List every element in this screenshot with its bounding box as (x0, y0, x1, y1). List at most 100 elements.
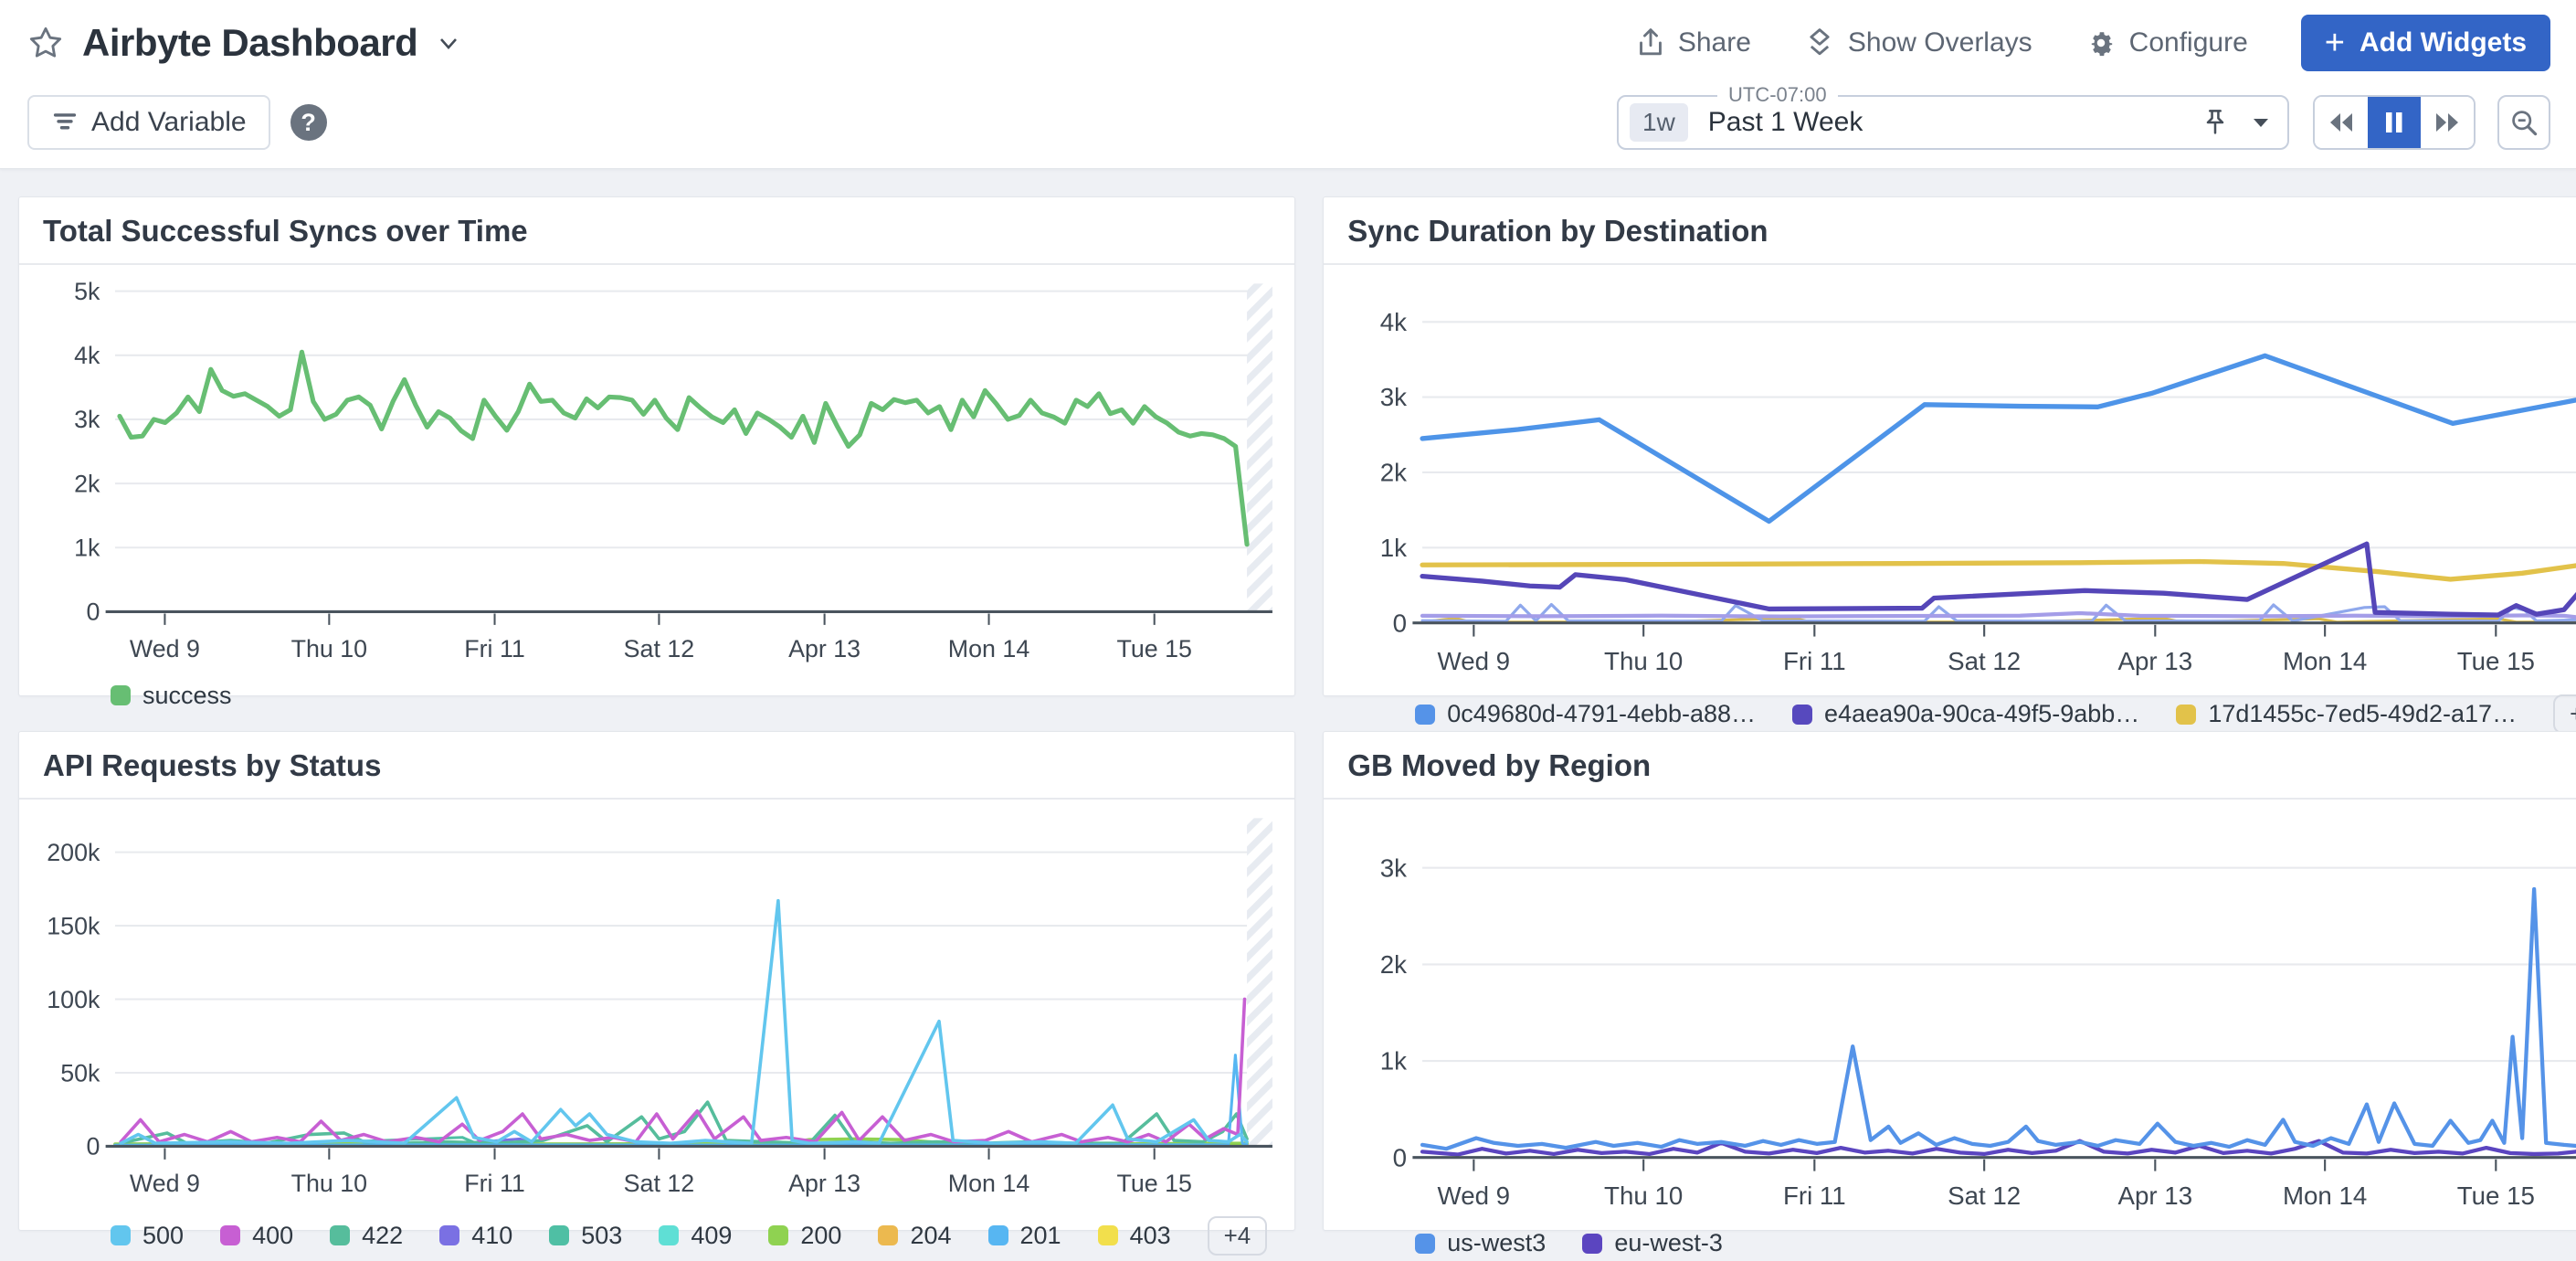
show-overlays-button[interactable]: Show Overlays (1804, 27, 2032, 58)
svg-text:Mon 14: Mon 14 (948, 1170, 1030, 1197)
legend: success (19, 678, 1294, 726)
svg-text:Tue 15: Tue 15 (2457, 1182, 2535, 1210)
svg-text:Wed 9: Wed 9 (1438, 1182, 1511, 1210)
svg-text:Wed 9: Wed 9 (130, 635, 200, 662)
title-chevron-down-icon[interactable] (436, 34, 461, 52)
plus-icon: + (2325, 29, 2345, 57)
widget-title: GB Moved by Region (1324, 732, 2576, 800)
svg-text:200k: 200k (47, 839, 100, 866)
legend-item[interactable]: 400 (220, 1222, 293, 1250)
svg-text:Thu 10: Thu 10 (1604, 1182, 1683, 1210)
time-forward-button[interactable] (2421, 97, 2474, 148)
legend-swatch (1415, 1234, 1435, 1254)
widget-gb-moved: GB Moved by Region 01k2k3kWed 9Thu 10Fri… (1323, 731, 2576, 1231)
legend-swatch (2176, 705, 2196, 725)
page-title: Airbyte Dashboard (82, 21, 417, 65)
syncs-chart[interactable]: 01k2k3k4k5kWed 9Thu 10Fri 11Sat 12Apr 13… (19, 265, 1294, 678)
svg-text:Thu 10: Thu 10 (291, 635, 367, 662)
svg-text:5k: 5k (74, 278, 100, 305)
svg-text:0: 0 (87, 599, 100, 626)
legend-label: 409 (691, 1222, 732, 1250)
api-requests-chart[interactable]: 050k100k150k200kWed 9Thu 10Fri 11Sat 12A… (19, 800, 1294, 1213)
widget-api-requests: API Requests by Status 050k100k150k200kW… (18, 731, 1295, 1231)
svg-text:Mon 14: Mon 14 (948, 635, 1030, 662)
add-widgets-button[interactable]: + Add Widgets (2301, 15, 2550, 71)
legend-swatch (439, 1225, 459, 1245)
legend-label: 400 (252, 1222, 293, 1250)
legend-overflow-badge[interactable]: +4 (1208, 1216, 1268, 1256)
overlays-icon (1804, 27, 1835, 58)
legend-label: 204 (910, 1222, 951, 1250)
legend-label: 503 (581, 1222, 622, 1250)
add-variable-button[interactable]: Add Variable (27, 95, 270, 150)
configure-button[interactable]: Configure (2085, 27, 2248, 58)
legend-item[interactable]: e4aea90a-90ca-49f5-9abb… (1792, 700, 2139, 728)
legend-swatch (878, 1225, 898, 1245)
legend-swatch (220, 1225, 240, 1245)
svg-text:1k: 1k (1380, 534, 1407, 562)
svg-text:2k: 2k (74, 470, 100, 497)
time-range-chip[interactable]: 1w (1630, 103, 1688, 142)
legend-label: us-west3 (1447, 1229, 1546, 1257)
time-range-picker[interactable]: UTC-07:00 1w Past 1 Week (1617, 95, 2289, 150)
zoom-out-button[interactable] (2497, 95, 2550, 150)
time-backward-button[interactable] (2315, 97, 2368, 148)
svg-text:Apr 13: Apr 13 (788, 1170, 860, 1197)
svg-text:3k: 3k (1380, 853, 1407, 882)
svg-text:Sat 12: Sat 12 (624, 635, 695, 662)
widget-grid: Total Successful Syncs over Time 01k2k3k… (0, 169, 2576, 1231)
legend-item[interactable]: 422 (330, 1222, 403, 1250)
legend-item[interactable]: 200 (768, 1222, 841, 1250)
filter-icon (51, 110, 79, 135)
share-label: Share (1678, 27, 1751, 58)
legend-item[interactable]: 17d1455c-7ed5-49d2-a17… (2176, 700, 2517, 728)
widget-title: Sync Duration by Destination (1324, 197, 2576, 265)
caret-down-icon[interactable] (2251, 115, 2271, 130)
favorite-star-icon[interactable] (27, 25, 64, 61)
svg-text:3k: 3k (74, 406, 100, 433)
svg-text:Fri 11: Fri 11 (464, 1170, 525, 1197)
svg-text:Thu 10: Thu 10 (1604, 647, 1683, 675)
legend-label: 500 (143, 1222, 184, 1250)
legend-overflow-badge[interactable]: +6 (2553, 694, 2576, 734)
svg-text:Sat 12: Sat 12 (624, 1170, 695, 1197)
pause-button[interactable] (2368, 97, 2421, 148)
legend-swatch (1415, 705, 1435, 725)
help-icon[interactable]: ? (290, 104, 327, 141)
legend-item[interactable]: 201 (988, 1222, 1061, 1250)
svg-text:0: 0 (1393, 1143, 1407, 1171)
svg-text:Mon 14: Mon 14 (2283, 1182, 2367, 1210)
legend-swatch (768, 1225, 788, 1245)
legend-item[interactable]: 204 (878, 1222, 951, 1250)
legend-label: eu-west-3 (1614, 1229, 1723, 1257)
svg-text:4k: 4k (1380, 308, 1407, 336)
gb-moved-chart[interactable]: 01k2k3kWed 9Thu 10Fri 11Sat 12Apr 13Mon … (1324, 800, 2576, 1225)
legend-item[interactable]: 500 (111, 1222, 184, 1250)
legend-swatch (549, 1225, 569, 1245)
legend: 500 400 422 410 503 409 200 204 201 403 +4 (19, 1213, 1294, 1261)
legend-item[interactable]: 409 (659, 1222, 732, 1250)
legend-item[interactable]: us-west3 (1415, 1229, 1546, 1257)
legend-item[interactable]: 403 (1098, 1222, 1171, 1250)
sync-duration-chart[interactable]: 01k2k3k4kWed 9Thu 10Fri 11Sat 12Apr 13Mo… (1324, 265, 2576, 691)
svg-text:2k: 2k (1380, 459, 1407, 487)
svg-text:Tue 15: Tue 15 (1116, 635, 1191, 662)
svg-text:Apr 13: Apr 13 (2118, 1182, 2193, 1210)
svg-text:150k: 150k (47, 912, 100, 939)
time-playback-controls (2313, 95, 2476, 150)
svg-text:Fri 11: Fri 11 (464, 635, 525, 662)
svg-text:Apr 13: Apr 13 (2118, 647, 2193, 675)
pin-icon[interactable] (2203, 108, 2227, 137)
add-widgets-label: Add Widgets (2360, 27, 2527, 58)
legend-item[interactable]: 410 (439, 1222, 512, 1250)
gear-icon (2085, 27, 2117, 58)
legend-item[interactable]: 503 (549, 1222, 622, 1250)
svg-text:Apr 13: Apr 13 (788, 635, 860, 662)
legend-item[interactable]: eu-west-3 (1582, 1229, 1723, 1257)
svg-text:Sat 12: Sat 12 (1948, 1182, 2021, 1210)
legend-label: 403 (1130, 1222, 1171, 1250)
legend-item[interactable]: success (111, 682, 232, 710)
share-button[interactable]: Share (1636, 27, 1751, 58)
legend-item[interactable]: 0c49680d-4791-4ebb-a88… (1415, 700, 1756, 728)
svg-text:Mon 14: Mon 14 (2283, 647, 2367, 675)
